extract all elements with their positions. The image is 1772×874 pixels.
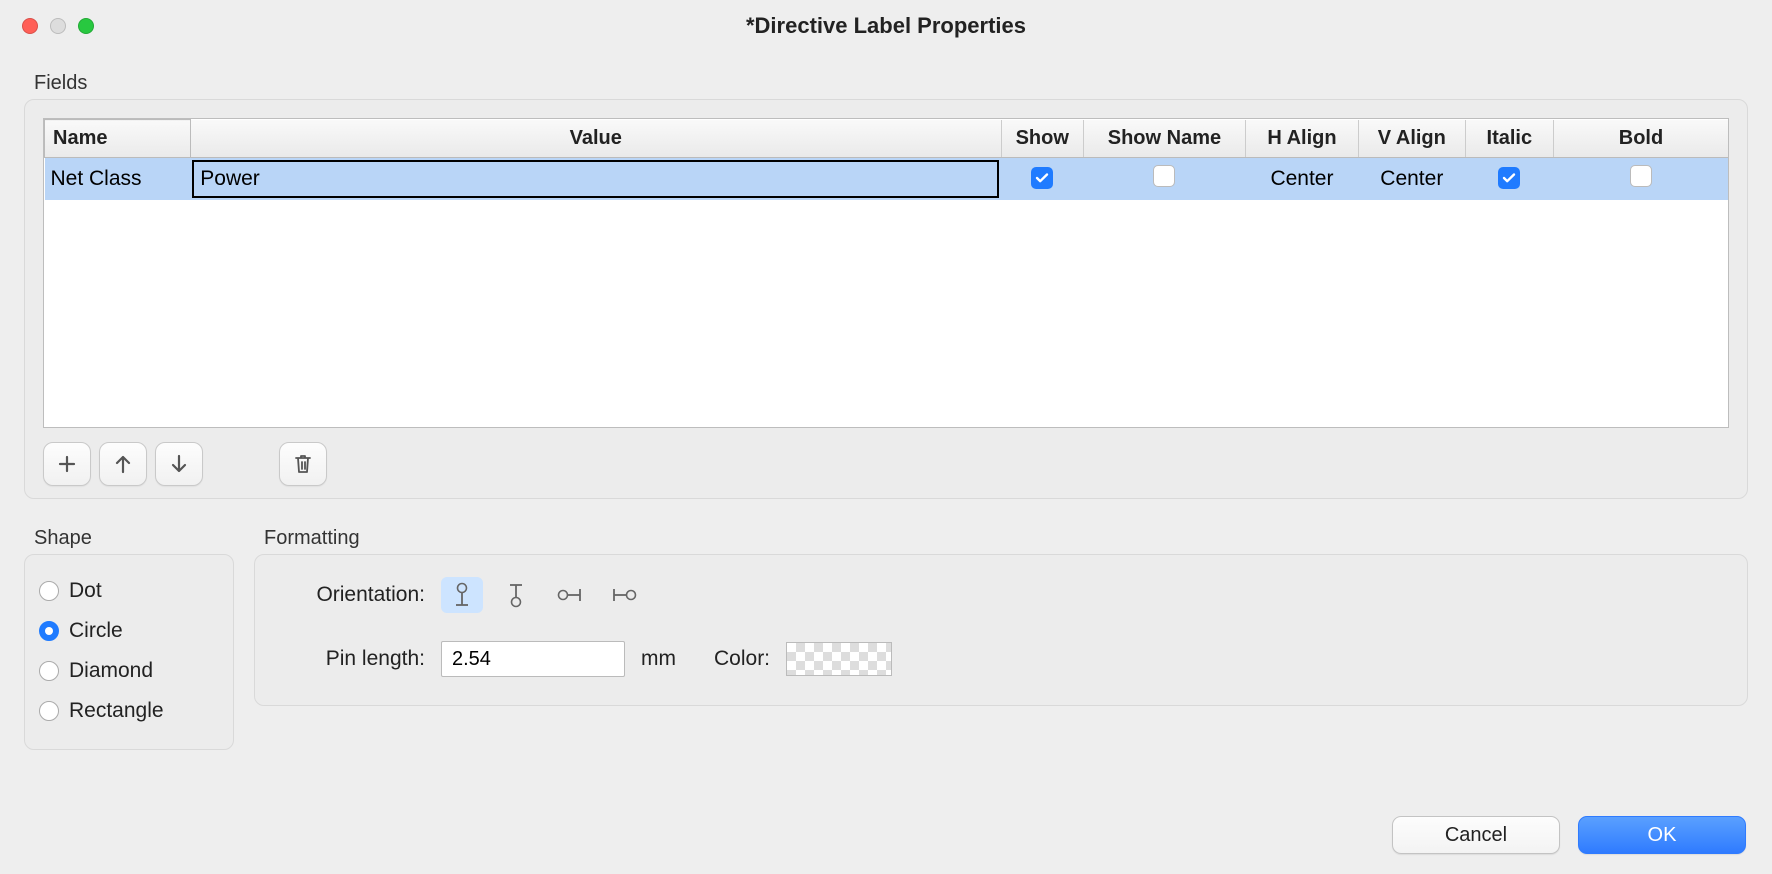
color-swatch[interactable] <box>786 642 892 676</box>
orientation-option-1[interactable] <box>495 577 537 613</box>
orientation-option-2[interactable] <box>549 577 591 613</box>
fields-label: Fields <box>34 72 1748 95</box>
minimize-window-button[interactable] <box>50 18 66 34</box>
fields-panel: Name Value Show Show Name H Align V Alig… <box>24 99 1748 499</box>
col-italic[interactable]: Italic <box>1465 120 1553 158</box>
col-name[interactable]: Name <box>45 120 191 158</box>
bold-checkbox[interactable] <box>1630 165 1652 187</box>
h-align-cell[interactable]: Center <box>1246 158 1359 201</box>
move-down-button[interactable] <box>155 442 203 486</box>
dialog-footer: Cancel OK <box>1392 816 1746 854</box>
col-value[interactable]: Value <box>190 120 1001 158</box>
orientation-option-3[interactable] <box>603 577 645 613</box>
col-show[interactable]: Show <box>1001 120 1083 158</box>
cancel-button[interactable]: Cancel <box>1392 816 1560 854</box>
fields-table: Name Value Show Show Name H Align V Alig… <box>43 118 1729 428</box>
shape-option-label: Diamond <box>69 659 153 683</box>
shape-option-label: Rectangle <box>69 699 164 723</box>
ok-button[interactable]: OK <box>1578 816 1746 854</box>
shape-option-label: Circle <box>69 619 123 643</box>
show-checkbox[interactable] <box>1031 167 1053 189</box>
shape-option-rectangle[interactable]: Rectangle <box>39 691 219 731</box>
radio-icon <box>39 661 59 681</box>
pin-length-label: Pin length: <box>275 647 425 671</box>
close-window-button[interactable] <box>22 18 38 34</box>
orientation-group <box>441 577 645 613</box>
pin-length-input[interactable] <box>441 641 625 677</box>
show-name-checkbox[interactable] <box>1153 165 1175 187</box>
shape-label: Shape <box>34 527 234 550</box>
field-value-input[interactable] <box>192 160 999 198</box>
color-label: Color: <box>714 647 770 671</box>
shape-option-dot[interactable]: Dot <box>39 571 219 611</box>
formatting-panel: Orientation: Pin length: mm Color: <box>254 554 1748 706</box>
title-bar: *Directive Label Properties <box>0 0 1772 52</box>
orientation-label: Orientation: <box>275 583 425 607</box>
radio-icon <box>39 621 59 641</box>
window-title: *Directive Label Properties <box>746 13 1026 39</box>
shape-option-circle[interactable]: Circle <box>39 611 219 651</box>
shape-option-diamond[interactable]: Diamond <box>39 651 219 691</box>
col-bold[interactable]: Bold <box>1553 120 1728 158</box>
col-h-align[interactable]: H Align <box>1246 120 1359 158</box>
shape-option-label: Dot <box>69 579 102 603</box>
move-up-button[interactable] <box>99 442 147 486</box>
window-controls <box>22 18 94 34</box>
col-show-name[interactable]: Show Name <box>1083 120 1245 158</box>
shape-panel: Dot Circle Diamond Rectangle <box>24 554 234 750</box>
radio-icon <box>39 581 59 601</box>
delete-field-button[interactable] <box>279 442 327 486</box>
field-name-cell[interactable]: Net Class <box>45 158 191 201</box>
orientation-option-0[interactable] <box>441 577 483 613</box>
add-field-button[interactable] <box>43 442 91 486</box>
pin-length-unit: mm <box>641 647 676 671</box>
table-row[interactable]: Net Class Center Center <box>45 158 1729 201</box>
formatting-label: Formatting <box>264 527 1748 550</box>
radio-icon <box>39 701 59 721</box>
col-v-align[interactable]: V Align <box>1358 120 1465 158</box>
italic-checkbox[interactable] <box>1498 167 1520 189</box>
v-align-cell[interactable]: Center <box>1358 158 1465 201</box>
zoom-window-button[interactable] <box>78 18 94 34</box>
